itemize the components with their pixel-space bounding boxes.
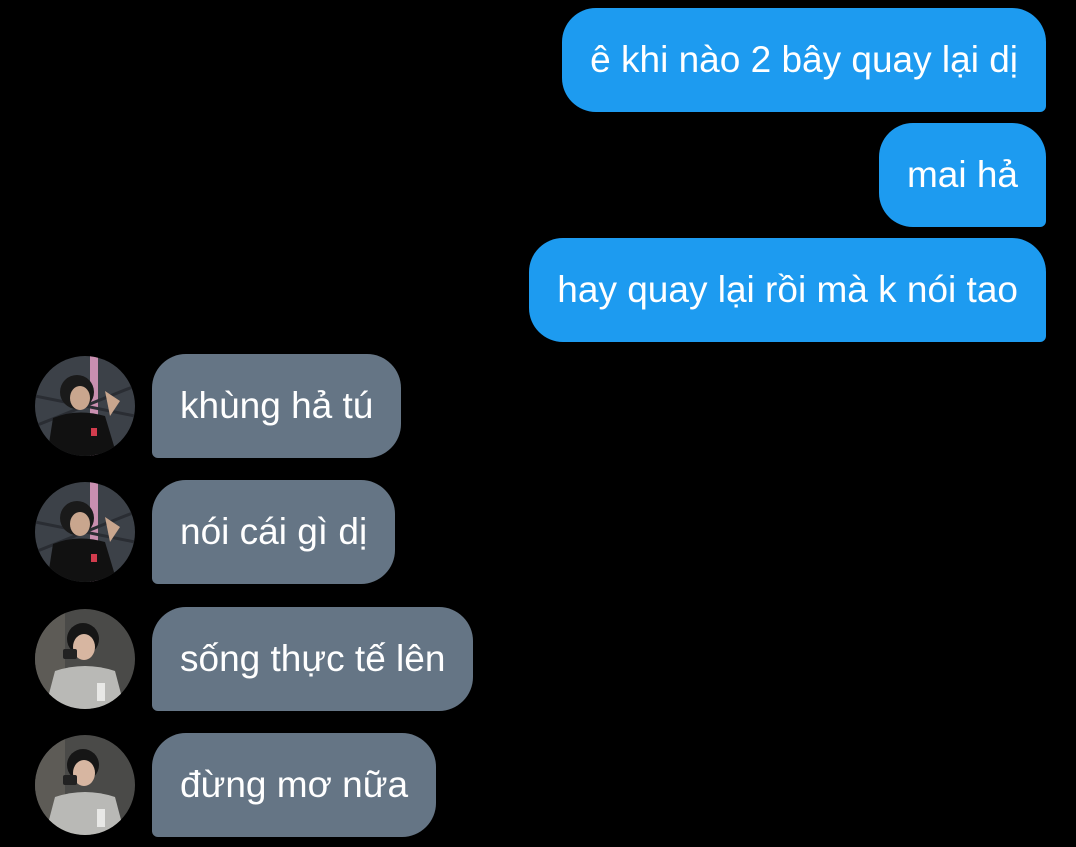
user-a-avatar-icon [35,482,135,582]
user-a-avatar-icon [35,356,135,456]
received-message-bubble[interactable]: nói cái gì dị [152,480,396,584]
sent-message-bubble[interactable]: ê khi nào 2 bây quay lại dị [562,8,1046,112]
avatar[interactable] [35,482,135,582]
received-message-bubble[interactable]: sống thực tế lên [152,607,474,711]
sent-message-bubble[interactable]: mai hả [878,123,1046,227]
avatar[interactable] [35,735,135,835]
avatar[interactable] [35,609,135,709]
user-b-avatar-icon [35,735,135,835]
sent-message-bubble[interactable]: hay quay lại rồi mà k nói tao [529,238,1046,342]
avatar[interactable] [35,356,135,456]
received-message-bubble[interactable]: khùng hả tú [152,354,402,458]
user-b-avatar-icon [35,609,135,709]
received-message-bubble[interactable]: đừng mơ nữa [152,733,437,837]
